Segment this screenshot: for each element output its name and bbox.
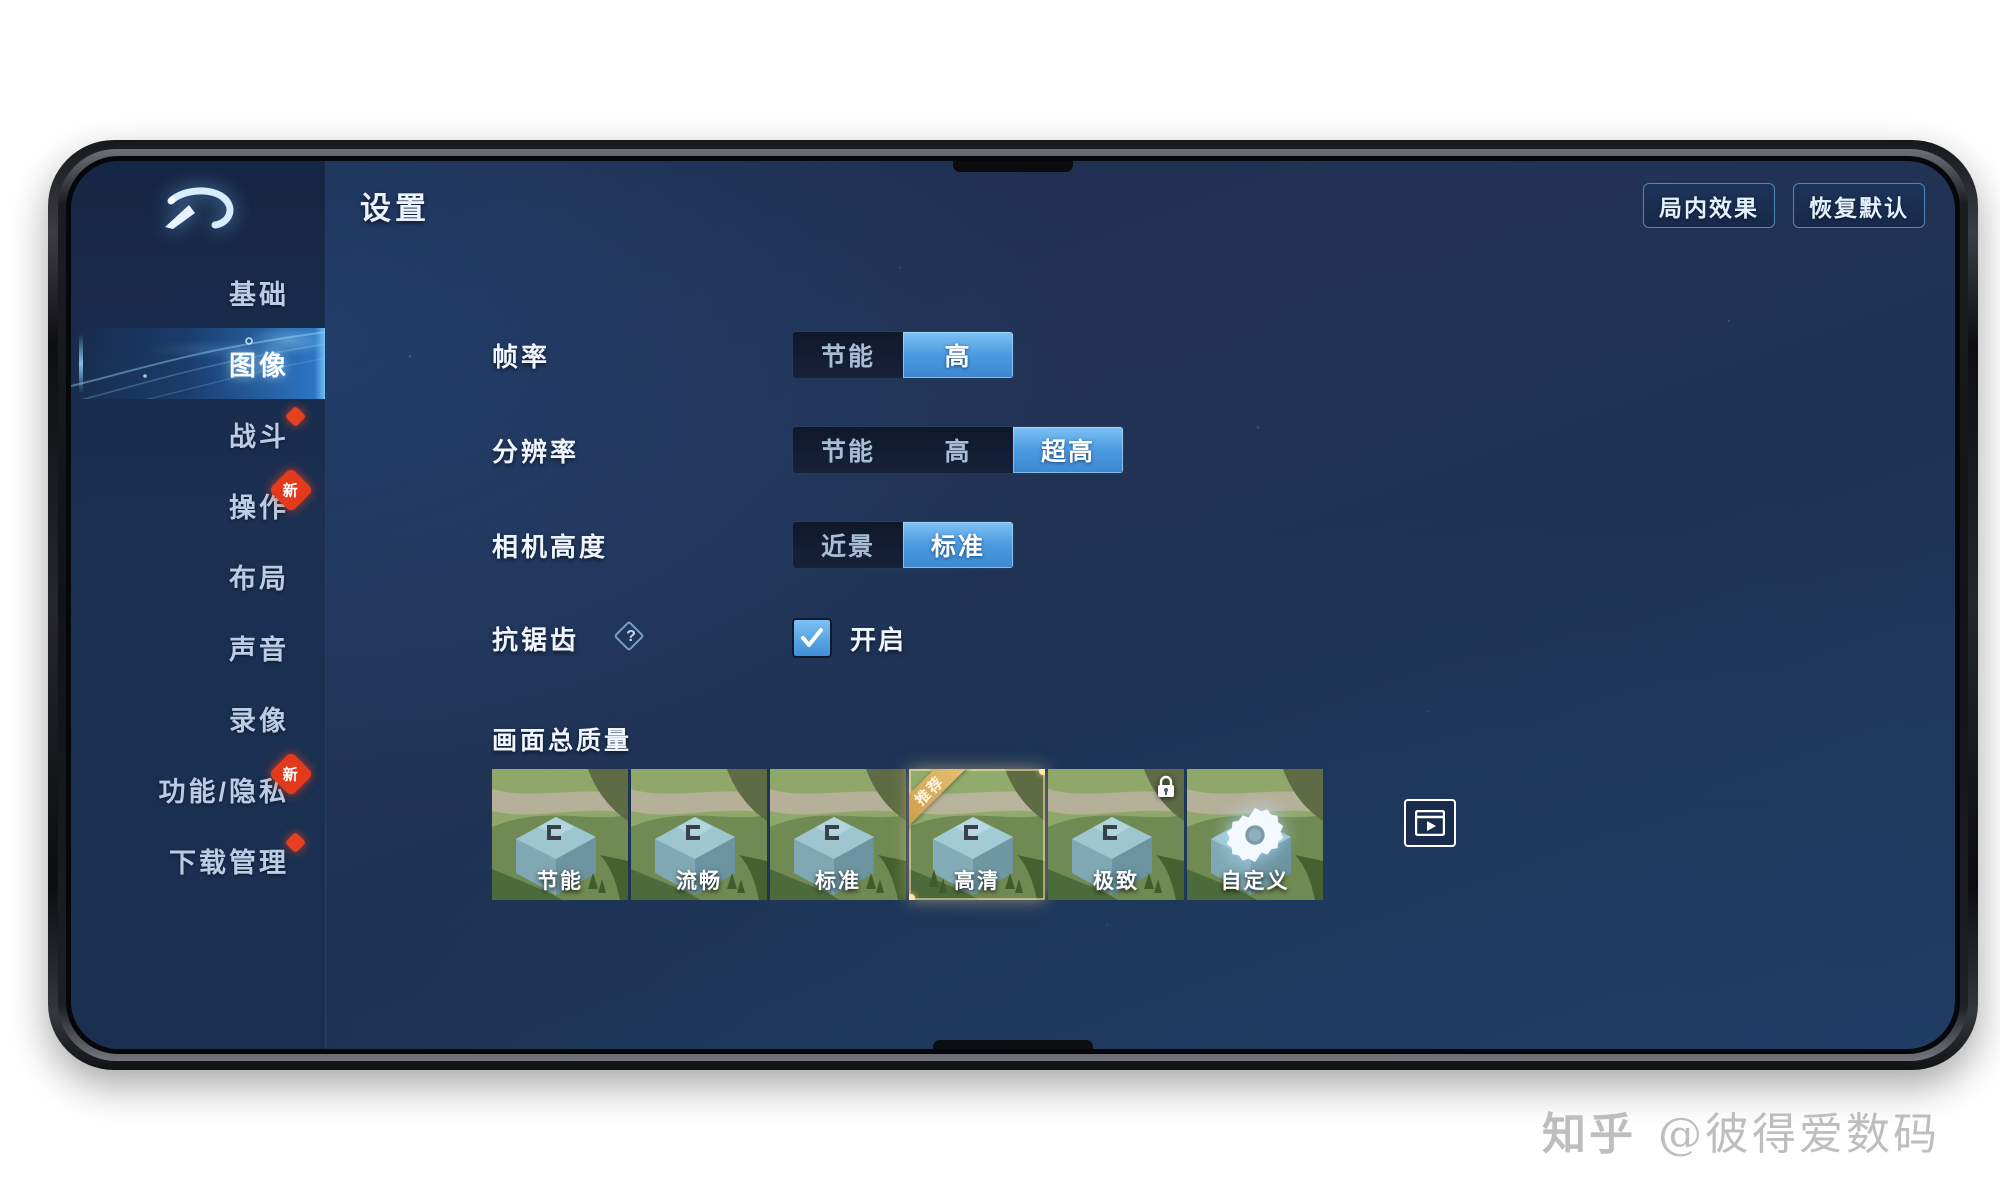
lock-icon [1158,775,1174,797]
quality-tile-strip: 节能 流畅 标准 推荐 高清 极致 自定义 [492,769,1323,900]
badge-new-text: 新 [283,482,299,500]
anti-aliasing-checkbox[interactable]: 开启 [792,618,906,658]
sidebar-item-tuxiang[interactable]: 图像 [71,328,325,399]
quality-tile-jieneng[interactable]: 节能 [492,769,628,900]
game-settings-ui: 基础 图像 战斗 新 操作 布局 声音 录像 新 功能/隐私 下载管理 设置 局… [71,161,1955,1049]
sidebar-item-label: 布局 [229,564,289,594]
quality-tile-label: 流畅 [676,870,722,893]
phone-bezel-inner: 基础 图像 战斗 新 操作 布局 声音 录像 新 功能/隐私 下载管理 设置 局… [66,156,1960,1054]
quality-section-heading: 画面总质量 [492,727,633,755]
corner-dot-icon [909,894,915,900]
camera-height-segmented-control: 近景 标准 [792,521,1014,569]
corner-dot-icon [1039,769,1045,775]
page-title: 设置 [360,191,430,226]
gear-icon [1226,807,1284,862]
sidebar-nav-list: 基础 图像 战斗 新 操作 布局 声音 录像 新 功能/隐私 下载管理 [71,257,325,896]
settings-content: 设置 局内效果 恢复默认 帧率 节能 高 分辨率 节能 高 超高 相机高度 近景… [326,161,1955,1049]
phone-frame: 基础 图像 战斗 新 操作 布局 声音 录像 新 功能/隐私 下载管理 设置 局… [48,140,1978,1070]
phone-screen: 基础 图像 战斗 新 操作 布局 声音 录像 新 功能/隐私 下载管理 设置 局… [71,161,1955,1049]
sidebar-item-label: 战斗 [229,422,289,452]
bottom-notch [933,1040,1093,1049]
sidebar-item-luxiang[interactable]: 录像 [71,683,325,754]
sidebar-item-jichu[interactable]: 基础 [71,257,325,328]
quality-tile-biaozhun[interactable]: 标准 [770,769,906,900]
frame-rate-option-1[interactable]: 高 [903,332,1013,378]
checkbox-box[interactable] [792,618,832,658]
frame-rate-label: 帧率 [492,341,551,372]
frame-rate-option-0[interactable]: 节能 [793,332,903,378]
sidebar-item-label: 声音 [229,635,289,665]
quality-tile-liuchang[interactable]: 流畅 [631,769,767,900]
row-anti-aliasing: 抗锯齿 ? 开启 [326,616,1955,660]
resolution-option-1[interactable]: 高 [903,427,1013,473]
quality-tile-label: 节能 [537,870,583,893]
sidebar-item-gongneng-yinsi[interactable]: 新 功能/隐私 [71,751,325,825]
row-resolution: 分辨率 节能 高 超高 [326,426,1955,474]
earpiece-notch [953,161,1073,172]
sidebar-item-xiazaiguanli[interactable]: 下载管理 [71,825,325,896]
watermark: 知乎 @彼得爱数码 [1542,1098,1940,1162]
restore-defaults-button[interactable]: 恢复默认 [1793,183,1925,228]
sidebar-item-label: 下载管理 [169,848,289,878]
row-camera-height: 相机高度 近景 标准 [326,521,1955,569]
anti-aliasing-label: 抗锯齿 [492,624,580,655]
frame-rate-segmented-control: 节能 高 [792,331,1014,379]
badge-new-text: 新 [283,766,299,784]
camera-height-option-1[interactable]: 标准 [903,522,1013,568]
check-icon [801,628,823,647]
sidebar-item-label: 功能/隐私 [158,777,289,807]
quality-tile-gaoqing[interactable]: 推荐 高清 [909,769,1045,900]
quality-tile-label: 极致 [1093,870,1139,893]
resolution-label: 分辨率 [492,436,580,467]
quality-tile-label: 自定义 [1220,870,1290,893]
resolution-segmented-control: 节能 高 超高 [792,426,1124,474]
back-arrow-icon[interactable] [149,181,243,235]
sidebar-item-label: 录像 [229,706,289,736]
quality-tile-label: 高清 [954,870,1000,893]
sidebar-item-shengyin[interactable]: 声音 [71,612,325,683]
resolution-option-2[interactable]: 超高 [1013,427,1123,473]
phone-bezel: 基础 图像 战斗 新 操作 布局 声音 录像 新 功能/隐私 下载管理 设置 局… [58,149,1968,1061]
quality-tile-zidingyi[interactable]: 自定义 [1187,769,1323,900]
topbar-actions: 局内效果 恢复默认 [1643,183,1925,228]
video-preview-icon[interactable] [1404,799,1456,847]
sidebar-item-buju[interactable]: 布局 [71,541,325,612]
sidebar-item-zhandou[interactable]: 战斗 [71,399,325,470]
quality-tile-jizhi[interactable]: 极致 [1048,769,1184,900]
sidebar-item-label: 基础 [229,280,289,310]
anti-aliasing-checkbox-label: 开启 [850,624,907,655]
sidebar-item-caozuo[interactable]: 新 操作 [71,467,325,541]
in-game-effects-button[interactable]: 局内效果 [1643,183,1775,228]
quality-tile-label: 标准 [815,870,861,893]
resolution-option-0[interactable]: 节能 [793,427,903,473]
sidebar-item-label: 图像 [229,351,289,381]
camera-height-label: 相机高度 [492,531,609,562]
watermark-logo: 知乎 [1542,1109,1636,1160]
question-diamond-icon[interactable]: ? [613,620,645,652]
sidebar: 基础 图像 战斗 新 操作 布局 声音 录像 新 功能/隐私 下载管理 [71,161,326,1049]
camera-height-option-0[interactable]: 近景 [793,522,903,568]
page-root: 基础 图像 战斗 新 操作 布局 声音 录像 新 功能/隐私 下载管理 设置 局… [0,0,2000,1200]
row-frame-rate: 帧率 节能 高 [326,331,1955,379]
watermark-handle: @彼得爱数码 [1658,1109,1940,1160]
